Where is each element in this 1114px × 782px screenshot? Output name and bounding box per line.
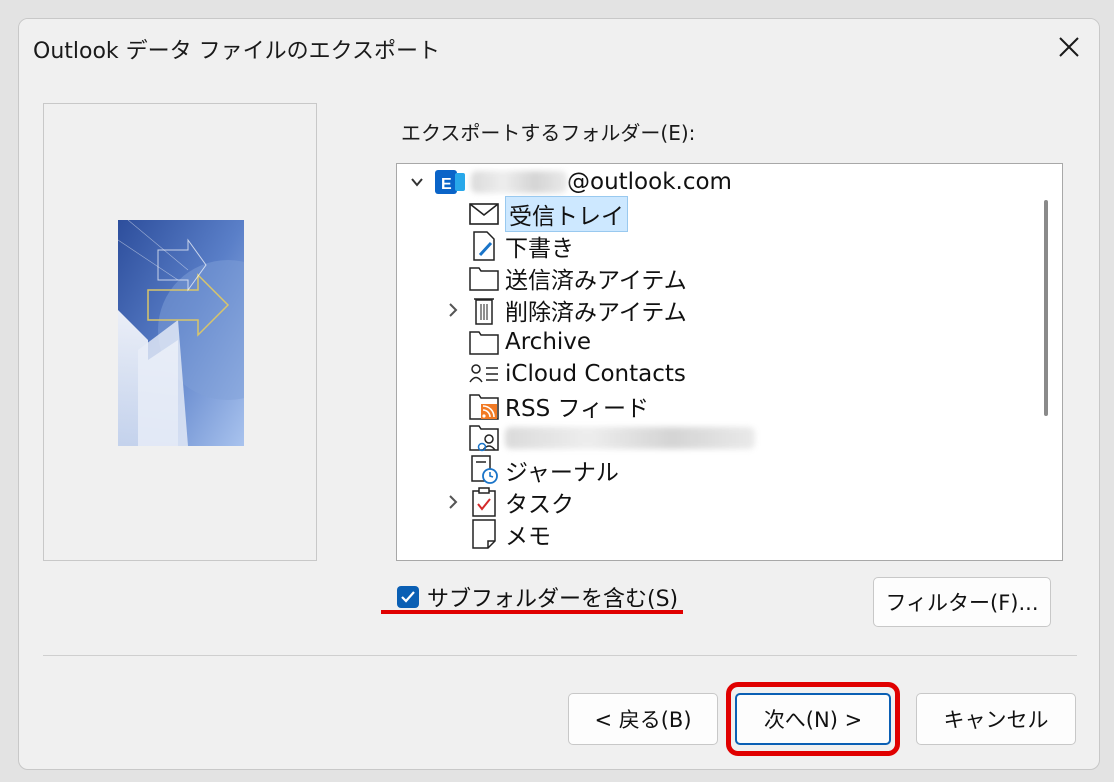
tree-item-label: iCloud Contacts [505, 361, 686, 387]
tree-item-archive[interactable]: Archive [469, 326, 591, 358]
tree-item-drafts[interactable]: 下書き [469, 230, 574, 262]
folder-tree[interactable]: E @outlook.com 受信トレイ 下書き 送信済みアイテム 削除済みアイ… [396, 163, 1063, 561]
tree-item-label: タスク [505, 492, 574, 518]
tree-item-label: 送信済みアイテム [505, 268, 687, 294]
divider [43, 655, 1077, 656]
tree-item-redacted-contacts[interactable] [469, 422, 755, 454]
back-button[interactable]: < 戻る(B) [568, 693, 718, 745]
checkmark-icon [401, 591, 415, 603]
contacts-folder-icon [469, 423, 499, 453]
close-button[interactable] [1047, 27, 1091, 67]
next-highlight-box [726, 682, 900, 756]
rss-folder-icon [469, 391, 499, 421]
tree-item-icloud-contacts[interactable]: iCloud Contacts [469, 358, 686, 390]
task-icon [469, 487, 499, 517]
cancel-button[interactable]: キャンセル [916, 693, 1076, 745]
folder-label: エクスポートするフォルダー(E): [401, 121, 696, 145]
contacts-icon [469, 359, 499, 389]
tree-item-deleted[interactable]: 削除済みアイテム [469, 294, 687, 326]
export-dialog: Outlook データ ファイルのエクスポート エクスポートするフォルダー(E)… [18, 18, 1100, 770]
chevron-right-icon[interactable] [445, 302, 461, 318]
checkbox-label: サブフォルダーを含む(S) [427, 587, 679, 612]
window-title: Outlook データ ファイルのエクスポート [33, 39, 440, 64]
tree-item-notes[interactable]: メモ [469, 518, 551, 550]
tree-item-label: メモ [505, 524, 551, 550]
title-bar: Outlook データ ファイルのエクスポート [19, 19, 1099, 77]
tree-item-label: ジャーナル [505, 460, 619, 486]
filter-button[interactable]: フィルター(F)... [873, 577, 1051, 627]
tree-item-label: RSS フィード [505, 396, 650, 422]
tree-item-label: 削除済みアイテム [505, 300, 687, 326]
tree-scrollbar[interactable] [1044, 200, 1048, 416]
trash-icon [469, 295, 499, 325]
note-icon [469, 519, 499, 549]
exchange-icon: E [435, 167, 465, 197]
tree-item-inbox[interactable]: 受信トレイ [469, 196, 628, 232]
mail-icon [469, 199, 499, 229]
tree-item-sent[interactable]: 送信済みアイテム [469, 262, 687, 294]
chevron-down-icon[interactable] [409, 174, 425, 190]
tree-item-rss[interactable]: RSS フィード [469, 390, 649, 422]
tree-item-label: Archive [505, 329, 592, 355]
tree-item-label: 受信トレイ [505, 196, 628, 232]
journal-icon [469, 455, 499, 485]
tree-item-label: 下書き [505, 236, 574, 262]
account-domain: @outlook.com [567, 169, 732, 195]
include-subfolders-checkbox[interactable]: サブフォルダーを含む(S) [397, 582, 678, 612]
svg-text:E: E [441, 176, 452, 193]
chevron-right-icon[interactable] [445, 494, 461, 510]
redacted-folder-name [505, 427, 755, 449]
tree-item-journal[interactable]: ジャーナル [469, 454, 619, 486]
folder-icon [469, 327, 499, 357]
highlight-underline [381, 610, 683, 614]
checkbox-box[interactable] [397, 586, 419, 608]
tree-item-tasks[interactable]: タスク [469, 486, 574, 518]
wizard-graphic [118, 220, 244, 446]
draft-icon [469, 231, 499, 261]
folder-icon [469, 263, 499, 293]
close-icon [1059, 37, 1079, 57]
redacted-account [471, 171, 567, 193]
wizard-graphic-pane [43, 103, 317, 561]
tree-account-row[interactable]: E @outlook.com [435, 166, 732, 198]
